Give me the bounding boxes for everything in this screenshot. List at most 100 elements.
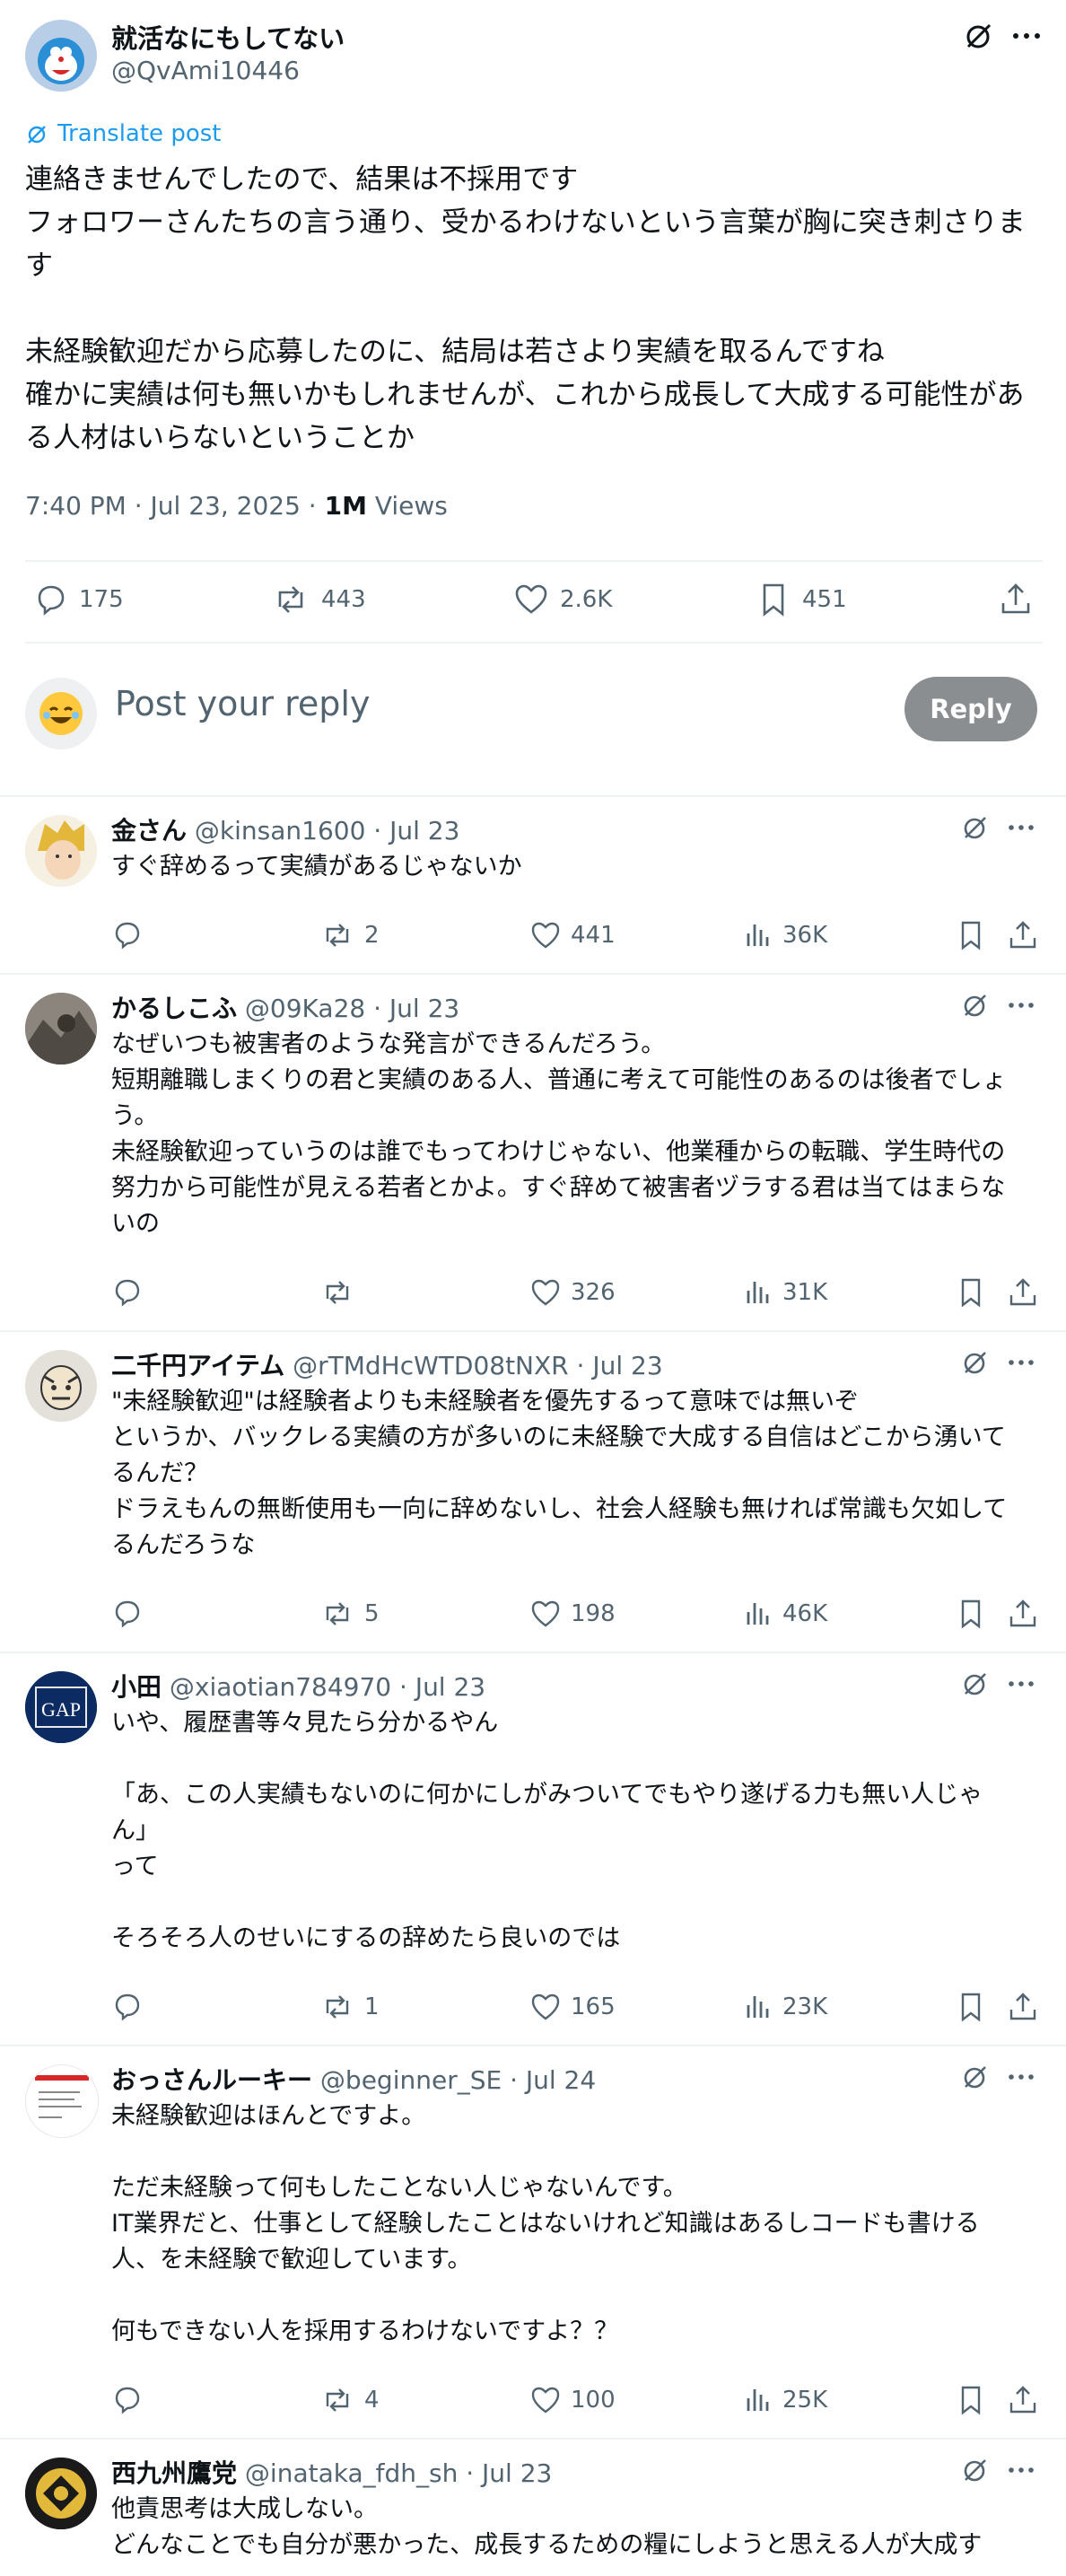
bookmark-action[interactable] [955,1991,987,2023]
more-options-icon[interactable] [1009,18,1044,54]
reply-icon [111,2384,144,2416]
share-action[interactable] [998,582,1034,618]
reply-action[interactable] [111,1598,153,1630]
reply-author-meta[interactable]: @beginner_SE · Jul 24 [312,2065,596,2095]
like-action[interactable]: 441 [529,919,616,951]
views-action[interactable]: 25K [741,2384,827,2416]
like-action[interactable]: 2.6K [513,582,612,618]
more-options-icon[interactable] [1005,989,1037,1021]
reply-author-meta[interactable]: @rTMdHcWTD08tNXR · Jul 23 [284,1351,663,1380]
reply-author-name[interactable]: 金さん [111,816,187,846]
like-action[interactable]: 326 [529,1276,616,1309]
more-options-icon[interactable] [1005,1668,1037,1700]
grok-icon[interactable] [958,1668,991,1700]
repost-action[interactable]: 443 [271,582,366,618]
reply-author-name[interactable]: かるしこふ [111,994,237,1023]
analytics-icon [741,1598,773,1630]
grok-icon[interactable] [958,811,991,844]
reply-button[interactable]: Reply [904,677,1037,741]
bookmark-count: 451 [802,586,847,613]
like-action[interactable]: 165 [529,1991,616,2023]
share-action[interactable] [1007,1991,1039,2023]
repost-action[interactable]: 5 [319,1598,380,1630]
reply-author-name[interactable]: おっさんルーキー [111,2065,312,2095]
views-action[interactable]: 31K [741,1276,827,1309]
share-action[interactable] [1007,919,1039,951]
main-author-handle[interactable]: @QvAmi10446 [111,56,300,85]
more-options-icon[interactable] [1005,2454,1037,2486]
views-count: 36K [782,922,828,949]
views-action[interactable]: 23K [741,1991,827,2023]
bookmark-action[interactable] [955,1598,987,1630]
bookmark-action[interactable] [955,919,987,951]
share-action[interactable] [1007,2384,1039,2416]
reply-action[interactable]: 175 [32,582,124,618]
reply-author-meta[interactable]: @inataka_fdh_sh · Jul 23 [237,2458,552,2488]
like-count: 2.6K [560,586,613,613]
repost-icon [319,1598,355,1630]
like-count: 165 [571,1993,616,2020]
reply-avatar[interactable]: GAP [25,1671,97,1743]
reply-author-name[interactable]: 西九州鷹党 [111,2458,237,2488]
more-options-icon[interactable] [1005,811,1037,844]
reply-action[interactable] [111,2384,153,2416]
share-action[interactable] [1007,1276,1039,1309]
reply-avatar[interactable] [25,1350,97,1422]
reply-post[interactable]: おっさんルーキー @beginner_SE · Jul 24 未経験歓迎はほんと… [0,2046,1066,2438]
like-action[interactable]: 100 [529,2384,616,2416]
views-action[interactable]: 36K [741,919,827,951]
reply-avatar[interactable] [25,815,97,887]
reply-author-meta[interactable]: @09Ka28 · Jul 23 [237,994,459,1023]
bookmark-action[interactable]: 451 [756,582,847,618]
analytics-icon [741,2384,773,2416]
views-count: 46K [782,1600,828,1627]
repost-action[interactable] [319,1276,364,1309]
reply-input[interactable]: Post your reply [115,684,370,723]
reply-avatar[interactable] [25,2458,97,2529]
reply-post[interactable]: 金さん @kinsan1600 · Jul 23 すぐ辞めるって実績があるじゃな… [0,797,1066,973]
share-icon [1007,1598,1039,1630]
main-author-avatar[interactable] [25,20,97,92]
bookmark-action[interactable] [955,1276,987,1309]
like-action[interactable]: 198 [529,1598,616,1630]
bookmark-action[interactable] [955,2384,987,2416]
reply-author-name[interactable]: 二千円アイテム [111,1351,284,1380]
reply-author-meta[interactable]: @kinsan1600 · Jul 23 [187,816,460,846]
translate-post-link[interactable]: Translate post [25,120,221,147]
reply-action[interactable] [111,1276,153,1309]
repost-count: 5 [364,1600,380,1627]
reply-top-icons [958,2061,1037,2093]
grok-icon[interactable] [958,989,991,1021]
reply-text: 他責思考は大成しない。 どんなことでも自分が悪かった、成長するための糧にしようと… [111,2495,983,2559]
reply-avatar[interactable] [25,993,97,1065]
grok-icon[interactable] [958,2454,991,2486]
repost-icon [271,582,310,618]
bookmark-icon [756,582,791,618]
grok-icon[interactable] [958,2061,991,2093]
repost-count: 1 [364,1993,380,2020]
reply-header: おっさんルーキー @beginner_SE · Jul 24 [111,2061,596,2097]
more-options-icon[interactable] [1005,2061,1037,2093]
reply-post[interactable]: 二千円アイテム @rTMdHcWTD08tNXR · Jul 23 "未経験歓迎… [0,1332,1066,1652]
reply-action[interactable] [111,1991,153,2023]
post-time[interactable]: 7:40 PM · Jul 23, 2025 · [25,491,325,521]
grok-icon[interactable] [958,1346,991,1379]
reply-post[interactable]: かるしこふ @09Ka28 · Jul 23 なぜいつも被害者のような発言ができ… [0,975,1066,1330]
repost-action[interactable]: 1 [319,1991,380,2023]
grok-icon[interactable] [960,18,996,54]
reply-icon [111,919,144,951]
more-options-icon[interactable] [1005,1346,1037,1379]
reply-post[interactable]: 西九州鷹党 @inataka_fdh_sh · Jul 23 他責思考は大成しな… [0,2440,1066,2576]
main-post-text: 連絡きませんでしたので、結果は不採用です フォロワーさんたちの言う通り、受かるわ… [25,163,1026,454]
reply-avatar[interactable] [25,2064,99,2138]
reply-author-name[interactable]: 小田 [111,1672,162,1702]
views-action[interactable]: 46K [741,1598,827,1630]
repost-action[interactable]: 4 [319,2384,380,2416]
repost-action[interactable]: 2 [319,919,380,951]
reply-post[interactable]: GAP 小田 @xiaotian784970 · Jul 23 いや、履歴書等々… [0,1653,1066,2045]
heart-icon [529,1991,562,2023]
reply-action[interactable] [111,919,153,951]
share-action[interactable] [1007,1598,1039,1630]
main-author-name[interactable]: 就活なにもしてない [111,18,345,56]
reply-author-meta[interactable]: @xiaotian784970 · Jul 23 [162,1672,485,1702]
